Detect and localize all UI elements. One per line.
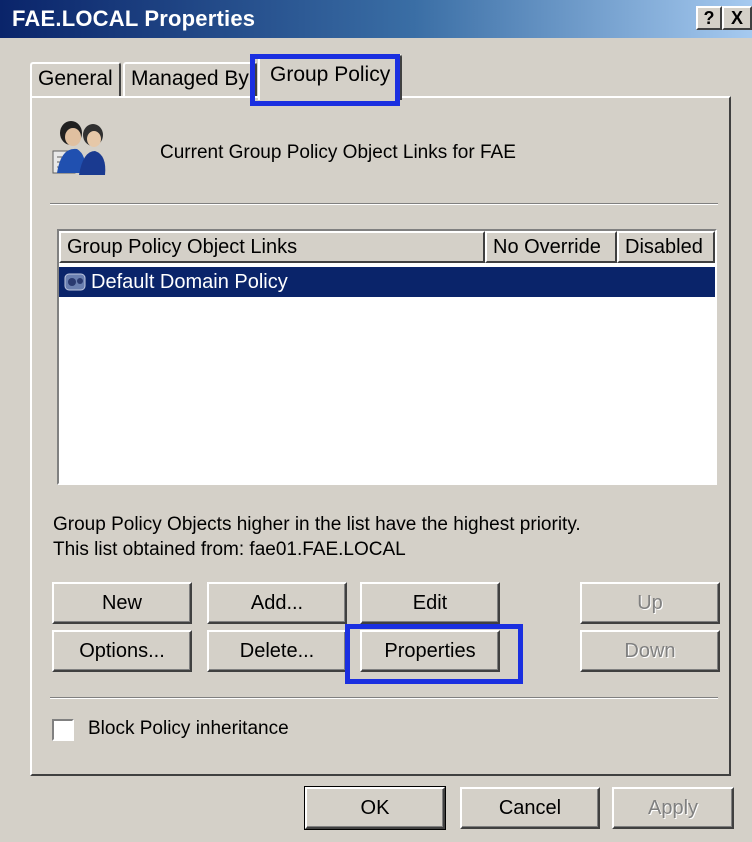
table-row-selected[interactable]: Default Domain Policy — [59, 267, 715, 297]
delete-button[interactable]: Delete... — [207, 630, 347, 672]
title-bar: FAE.LOCAL Properties ? X — [0, 0, 752, 38]
ok-button[interactable]: OK — [304, 786, 446, 830]
help-button[interactable]: ? — [696, 6, 722, 30]
source-info-text: This list obtained from: fae01.FAE.LOCAL — [53, 539, 406, 560]
down-button[interactable]: Down — [580, 630, 720, 672]
gpo-links-list[interactable]: Group Policy Object Links No Override Di… — [57, 229, 717, 485]
add-button[interactable]: Add... — [207, 582, 347, 624]
group-policy-tab-highlight — [250, 54, 400, 106]
apply-button[interactable]: Apply — [612, 787, 734, 829]
window-title: FAE.LOCAL Properties — [12, 6, 256, 31]
new-button[interactable]: New — [52, 582, 192, 624]
checkbox-separator — [50, 697, 718, 699]
tab-managed-by[interactable]: Managed By — [123, 62, 257, 96]
column-header-no-override[interactable]: No Override — [485, 231, 617, 263]
edit-button[interactable]: Edit — [360, 582, 500, 624]
column-header-links[interactable]: Group Policy Object Links — [59, 231, 485, 263]
close-button[interactable]: X — [722, 6, 752, 30]
header-separator — [50, 203, 718, 205]
cancel-button[interactable]: Cancel — [460, 787, 600, 829]
priority-info-text: Group Policy Objects higher in the list … — [53, 514, 581, 535]
properties-highlight — [345, 624, 523, 684]
users-group-icon — [52, 121, 106, 175]
block-inheritance-checkbox[interactable] — [52, 719, 74, 741]
gpo-scroll-icon — [64, 273, 86, 291]
options-button[interactable]: Options... — [52, 630, 192, 672]
gpo-name: Default Domain Policy — [91, 271, 288, 293]
header-text: Current Group Policy Object Links for FA… — [160, 142, 516, 163]
up-button[interactable]: Up — [580, 582, 720, 624]
tab-general[interactable]: General — [30, 62, 121, 96]
column-header-disabled[interactable]: Disabled — [617, 231, 715, 263]
block-inheritance-label: Block Policy inheritance — [88, 718, 289, 739]
